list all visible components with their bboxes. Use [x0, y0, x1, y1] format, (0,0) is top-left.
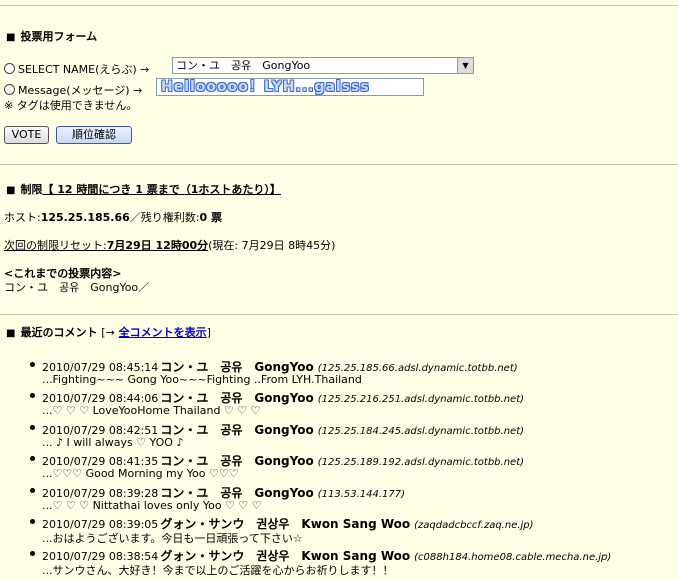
current-time: (現在: 7月29日 8時45分) [208, 239, 336, 252]
comment-name: グォン・サンウ 권상우 Kwon Sang Woo [160, 517, 411, 531]
message-input-value: Hellooooo！LYH...galsss [161, 79, 370, 95]
bullet-icon [30, 456, 35, 461]
bullet-icon [30, 519, 35, 524]
show-all-comments-link[interactable]: 全コメントを表示 [119, 326, 207, 339]
comment-host: (113.53.144.177) [317, 489, 406, 500]
comment-text: ...サンウさん、大好き！今まで以上のご活躍を心からお祈りします！！ [42, 564, 394, 577]
top-divider [0, 5, 678, 6]
remaining-value: 0 票 [199, 211, 222, 224]
reset-info: 次回の制限リセット:7月29日 12時00分(現在: 7月29日 8時45分) [4, 237, 335, 253]
recent-comments-heading: ■ 最近のコメント [→ 全コメントを表示] [6, 324, 211, 340]
comment-text: ...♡ ♡ ♡ Nittathai loves only Yoo ♡ ♡ ♡ [42, 499, 262, 512]
comment-host: (125.25.189.192.adsl.dynamic.totbb.net) [317, 457, 525, 468]
bullet-icon [30, 551, 35, 556]
limit-title-prefix: 制限 [20, 183, 43, 196]
comment-name: コン・ユ 공유 GongYoo [160, 360, 314, 374]
select-name-radio[interactable] [4, 63, 15, 74]
bullet-icon [30, 488, 35, 493]
comment-text: ...♡♡♡ Good Morning my Yoo ♡♡♡ [42, 467, 239, 480]
bullet-icon [30, 425, 35, 430]
select-name-label: SELECT NAME(えらぶ) → [18, 63, 150, 76]
select-name-row: SELECT NAME(えらぶ) → [4, 61, 149, 77]
square-bullet-icon: ■ [6, 32, 16, 43]
bullet-icon [30, 393, 35, 398]
vote-form-title: 投票用フォーム [20, 30, 98, 43]
message-input[interactable]: Hellooooo！LYH...galsss [156, 78, 424, 96]
chevron-down-icon[interactable]: ▼ [457, 58, 473, 73]
message-row: Message(メッセージ) → [4, 82, 142, 98]
remaining-label: ／残り権利数: [129, 211, 200, 224]
reset-label: 次回の制限リセット: [4, 239, 107, 252]
comment-text: ...♡ ♡ ♡ LoveYooHome Thailand ♡ ♡ ♡ [42, 404, 261, 417]
bracket-open: [→ [101, 326, 115, 339]
square-bullet-icon: ■ [6, 185, 16, 196]
comment-host: (c088h184.home08.cable.mecha.ne.jp) [414, 552, 612, 563]
comment-name: コン・ユ 공유 GongYoo [160, 391, 314, 405]
comment-text: ...おはようございます。今日も一日頑張って下さい☆ [42, 532, 303, 545]
comment-name: グォン・サンウ 권상우 Kwon Sang Woo [160, 549, 411, 563]
comment-name: コン・ユ 공유 GongYoo [160, 423, 314, 437]
limit-heading: ■ 制限【 12 時間につき 1 票まで（1ホストあたり）】 [6, 181, 281, 197]
comment-host: (125.25.216.251.adsl.dynamic.totbb.net) [317, 394, 525, 405]
comment-text: ... ♪ I will always ♡ YOO ♪ [42, 436, 184, 449]
host-value: 125.25.185.66 [40, 211, 130, 224]
rank-check-button[interactable]: 順位確認 [56, 126, 132, 144]
comment-host: (125.25.184.245.adsl.dynamic.totbb.net) [317, 426, 525, 437]
comment-name: コン・ユ 공유 GongYoo [160, 454, 314, 468]
vote-button[interactable]: VOTE [4, 126, 49, 144]
message-label: Message(メッセージ) → [18, 84, 143, 97]
limit-rule-link[interactable]: 【 12 時間につき 1 票まで（1ホストあたり）】 [42, 183, 280, 196]
select-name-dropdown[interactable]: コン・ユ 공유 GongYoo ▼ [172, 57, 474, 74]
section-divider-comments [0, 314, 678, 315]
vote-form-heading: ■ 投票用フォーム [6, 28, 97, 44]
select-name-value: コン・ユ 공유 GongYoo [176, 59, 311, 72]
host-label: ホスト: [4, 211, 41, 224]
section-divider-limit [0, 164, 678, 165]
bracket-close: ] [206, 326, 211, 339]
history-value: コン・ユ 공유 GongYoo／ [4, 281, 150, 294]
comment-host: (zaqdadcbccf.zaq.ne.jp) [414, 520, 534, 531]
host-info: ホスト:125.25.185.66／残り権利数:0 票 [4, 209, 222, 225]
square-bullet-icon: ■ [6, 328, 16, 339]
tag-note: ※ タグは使用できません。 [4, 99, 138, 112]
message-radio[interactable] [4, 84, 15, 95]
comment-name: コン・ユ 공유 GongYoo [160, 486, 314, 500]
reset-value: 7月29日 12時00分 [106, 239, 209, 252]
recent-comments-title: 最近のコメント [20, 326, 98, 339]
bullet-icon [30, 362, 35, 367]
comment-text: ...Fighting~~~ Gong Yoo~~~Fighting ..Fro… [42, 373, 362, 386]
